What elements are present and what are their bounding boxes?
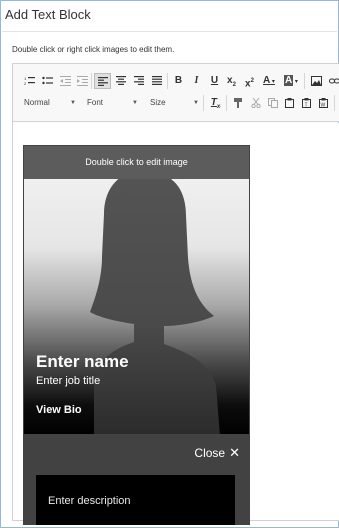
edit-images-hint: Double click or right click images to ed… <box>12 45 175 54</box>
description-box[interactable]: Enter description <box>36 475 235 525</box>
bold-button[interactable]: B <box>170 73 187 89</box>
profile-photo[interactable] <box>24 146 249 434</box>
view-bio-link[interactable]: View Bio <box>36 404 82 416</box>
remove-format-button[interactable]: Tx <box>207 95 224 111</box>
add-text-block-dialog: Add Text Block Double click or right cli… <box>0 0 339 528</box>
toolbar-separator <box>167 73 168 89</box>
dialog-title: Add Text Block <box>5 7 91 22</box>
size-select[interactable]: Size ▼ <box>150 95 199 111</box>
paste-icon[interactable] <box>281 95 298 111</box>
format-select-value: Normal <box>24 98 50 107</box>
image-icon[interactable] <box>308 73 325 89</box>
align-left-icon[interactable] <box>94 73 111 89</box>
chevron-down-icon: ▼ <box>132 100 138 106</box>
numbered-list-icon[interactable]: 12 <box>21 73 38 89</box>
toolbar-separator <box>226 95 227 111</box>
superscript-button[interactable]: x2 <box>241 73 258 89</box>
format-select[interactable]: Normal ▼ <box>24 95 76 111</box>
close-icon: ✕ <box>229 445 240 460</box>
background-color-button[interactable]: A ▾ <box>281 73 301 89</box>
size-select-value: Size <box>150 98 166 107</box>
text-color-button[interactable]: A ▾ <box>259 73 279 89</box>
toolbar-separator <box>91 73 92 89</box>
toolbar-separator <box>203 95 204 111</box>
profile-job-title[interactable]: Enter job title <box>36 375 100 387</box>
bio-panel: Close ✕ Enter description <box>23 435 250 525</box>
align-right-icon[interactable] <box>130 73 147 89</box>
svg-text:W: W <box>320 103 325 109</box>
increase-indent-icon[interactable] <box>74 73 91 89</box>
cut-icon[interactable] <box>247 95 264 111</box>
svg-text:T: T <box>304 103 307 109</box>
paste-format-icon[interactable] <box>229 95 246 111</box>
editor-content-area[interactable]: Double click to edit image Enter name En… <box>13 123 339 525</box>
link-icon[interactable] <box>326 73 339 89</box>
edit-image-hint[interactable]: Double click to edit image <box>24 146 249 179</box>
editor-toolbar: 12 B I U x2 x2 A ▾ A ▾ Normal ▼ Font ▼ S… <box>13 64 339 122</box>
copy-icon[interactable] <box>264 95 281 111</box>
paste-text-icon[interactable]: T <box>298 95 315 111</box>
font-select[interactable]: Font ▼ <box>87 95 138 111</box>
align-center-icon[interactable] <box>112 73 129 89</box>
close-button[interactable]: Close ✕ <box>194 445 240 461</box>
font-select-value: Font <box>87 98 104 107</box>
italic-button[interactable]: I <box>188 73 205 89</box>
title-divider <box>2 31 337 32</box>
profile-name[interactable]: Enter name <box>36 352 129 372</box>
toolbar-separator <box>304 73 305 89</box>
profile-card[interactable]: Double click to edit image Enter name En… <box>23 145 250 435</box>
svg-text:2: 2 <box>24 81 27 86</box>
paste-word-icon[interactable]: W <box>315 95 332 111</box>
bg-color-label: A <box>284 75 294 86</box>
toolbar-separator <box>334 95 335 111</box>
justify-icon[interactable] <box>148 73 165 89</box>
description-text[interactable]: Enter description <box>48 495 131 507</box>
chevron-down-icon: ▼ <box>70 100 76 106</box>
decrease-indent-icon[interactable] <box>57 73 74 89</box>
close-label: Close <box>194 446 226 460</box>
chevron-down-icon: ▼ <box>193 100 199 106</box>
subscript-button[interactable]: x2 <box>223 73 240 89</box>
rich-text-editor: 12 B I U x2 x2 A ▾ A ▾ Normal ▼ Font ▼ S… <box>12 63 339 525</box>
underline-button[interactable]: U <box>206 73 223 89</box>
bulleted-list-icon[interactable] <box>39 73 56 89</box>
